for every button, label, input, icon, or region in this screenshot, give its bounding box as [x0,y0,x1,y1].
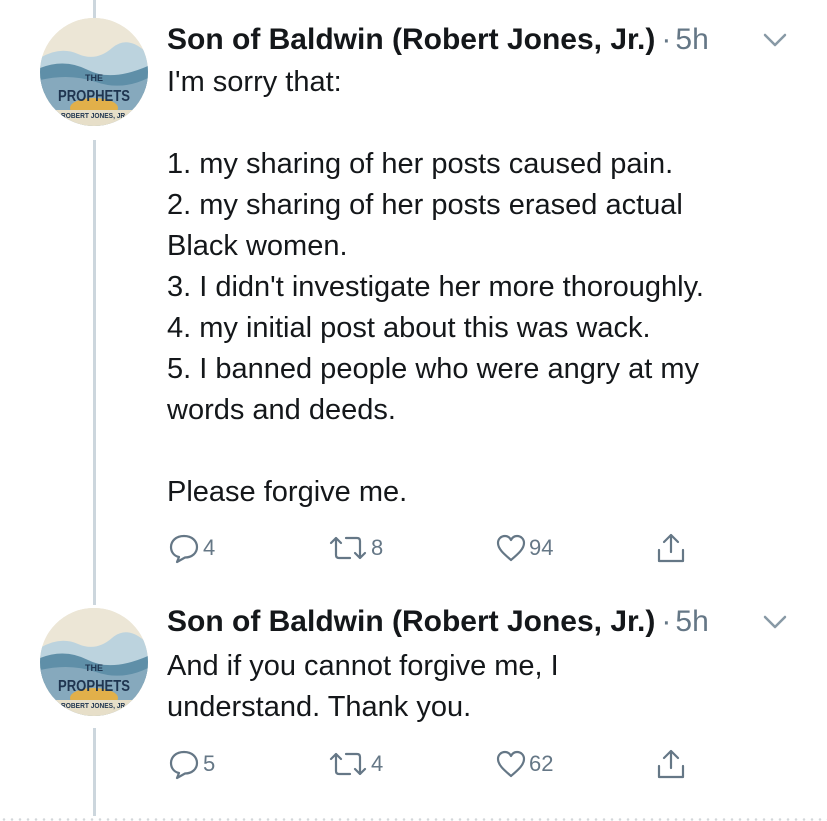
tweet-text-line: 1. my sharing of her posts caused pain. [167,148,674,180]
avatar-line2: PROPHETS [58,88,130,105]
tweet-text-line [167,103,704,144]
reply-button[interactable]: 4 [167,530,215,566]
reply-count: 5 [203,751,216,776]
heart-icon [496,534,526,562]
share-icon [657,533,685,563]
retweet-count: 4 [371,751,384,776]
like-count: 62 [529,751,554,776]
share-button[interactable] [655,530,687,566]
tweet-text-line: 2. my sharing of her posts erased actual [167,189,683,221]
tweet-text: And if you cannot forgive me, I understa… [167,646,559,728]
avatar-line2: PROPHETS [58,678,130,695]
reply-count: 4 [203,535,216,560]
like-button[interactable]: 62 [495,746,553,782]
tweet[interactable]: THE PROPHETS ROBERT JONES, JR. Son of Ba… [0,18,827,578]
tweet-actions: 5 4 62 [167,746,707,782]
tweet-text-line: And if you cannot forgive me, I [167,650,559,682]
avatar-line3: ROBERT JONES, JR. [61,703,127,710]
tweet-text-line: Please forgive me. [167,476,408,508]
retweet-button[interactable]: 4 [327,746,383,782]
thread-line-top [93,0,96,18]
author-name[interactable]: Son of Baldwin (Robert Jones, Jr.) [167,605,655,638]
share-button[interactable] [655,746,687,782]
share-icon [657,749,685,779]
timestamp[interactable]: 5h [675,23,708,56]
reply-icon [169,750,199,780]
tweet-text-line: Black women. [167,230,348,262]
tweet-text-line [167,431,704,472]
tweet-text: I'm sorry that: 1. my sharing of her pos… [167,62,704,513]
author-name[interactable]: Son of Baldwin (Robert Jones, Jr.) [167,23,655,56]
tweet-text-line: 5. I banned people who were angry at my [167,353,699,385]
tweet-text-line: words and deeds. [167,394,396,426]
avatar-line1: THE [85,73,103,83]
timestamp[interactable]: 5h [675,605,708,638]
reply-button[interactable]: 5 [167,746,215,782]
tweet-text-line: 4. my initial post about this was wack. [167,312,651,344]
separator-dot: · [661,23,672,56]
avatar[interactable]: THE PROPHETS ROBERT JONES, JR. [40,18,148,126]
tweet-header: Son of Baldwin (Robert Jones, Jr.) · 5h [167,18,709,62]
separator-dot: · [661,605,672,638]
avatar[interactable]: THE PROPHETS ROBERT JONES, JR. [40,608,148,716]
tweet-text-line: I'm sorry that: [167,66,342,98]
tweet[interactable]: THE PROPHETS ROBERT JONES, JR. Son of Ba… [0,600,827,800]
chevron-down-icon[interactable] [760,30,790,50]
like-count: 94 [529,535,554,560]
avatar-line1: THE [85,663,103,673]
tweet-header: Son of Baldwin (Robert Jones, Jr.) · 5h [167,600,709,644]
chevron-down-icon[interactable] [760,612,790,632]
tweet-actions: 4 8 94 [167,530,707,566]
like-button[interactable]: 94 [495,530,553,566]
retweet-icon [329,536,367,560]
tweet-text-line: 3. I didn't investigate her more thoroug… [167,271,704,303]
tweet-text-line: understand. Thank you. [167,691,472,723]
heart-icon [496,750,526,778]
retweet-count: 8 [371,535,384,560]
retweet-button[interactable]: 8 [327,530,383,566]
reply-icon [169,534,199,564]
avatar-line3: ROBERT JONES, JR. [61,113,127,120]
retweet-icon [329,752,367,776]
